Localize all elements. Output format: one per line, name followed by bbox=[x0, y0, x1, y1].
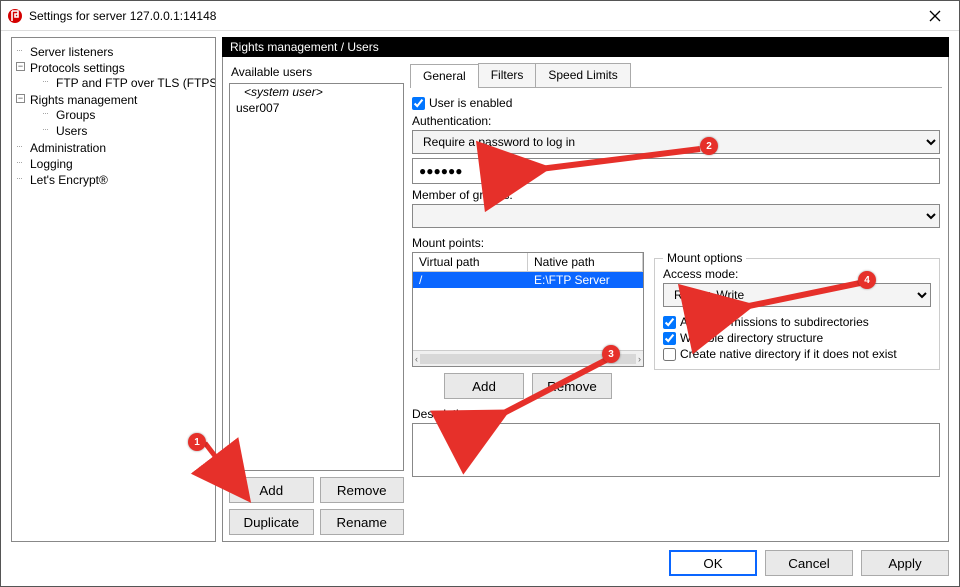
add-mount-button[interactable]: Add bbox=[444, 373, 524, 399]
tree-administration[interactable]: Administration bbox=[18, 140, 211, 156]
apply-subdirs-check[interactable]: Apply permissions to subdirectories bbox=[663, 315, 931, 329]
mount-left: Virtual path Native path / E:\FTP Server bbox=[412, 252, 644, 399]
mount-row: Virtual path Native path / E:\FTP Server bbox=[412, 252, 940, 399]
nav-tree-pane: Server listeners − Protocols settings FT… bbox=[11, 37, 216, 542]
tree-toggle-icon[interactable]: − bbox=[16, 62, 25, 71]
auth-label: Authentication: bbox=[412, 114, 940, 128]
user-buttons: Add Remove Duplicate Rename bbox=[229, 477, 404, 535]
window-body: Server listeners − Protocols settings FT… bbox=[1, 31, 959, 586]
apply-button[interactable]: Apply bbox=[861, 550, 949, 576]
titlebar: Settings for server 127.0.0.1:14148 bbox=[1, 1, 959, 31]
main-area: Server listeners − Protocols settings FT… bbox=[11, 37, 949, 542]
tab-filters[interactable]: Filters bbox=[478, 63, 537, 87]
duplicate-user-button[interactable]: Duplicate bbox=[229, 509, 314, 535]
tree-toggle-icon[interactable]: − bbox=[16, 94, 25, 103]
password-input[interactable] bbox=[412, 158, 940, 184]
tree-logging[interactable]: Logging bbox=[18, 156, 211, 172]
close-icon bbox=[929, 10, 941, 22]
writable-struct-checkbox[interactable] bbox=[663, 332, 676, 345]
mount-table-scrollbar[interactable]: ‹› bbox=[413, 350, 643, 366]
settings-window: Settings for server 127.0.0.1:14148 Serv… bbox=[0, 0, 960, 587]
mount-points-label: Mount points: bbox=[412, 236, 940, 250]
tree-groups[interactable]: Groups bbox=[44, 107, 211, 123]
description-textarea[interactable] bbox=[412, 423, 940, 477]
footer: OK Cancel Apply bbox=[11, 542, 949, 576]
cell-native-path: E:\FTP Server bbox=[528, 272, 643, 288]
rename-user-button[interactable]: Rename bbox=[320, 509, 405, 535]
users-list-item[interactable]: user007 bbox=[230, 100, 403, 116]
app-icon bbox=[7, 8, 23, 24]
detail-column: General Filters Speed Limits User is ena… bbox=[410, 63, 942, 535]
add-user-button[interactable]: Add bbox=[229, 477, 314, 503]
remove-user-button[interactable]: Remove bbox=[320, 477, 405, 503]
mount-buttons: Add Remove bbox=[412, 373, 644, 399]
nav-tree: Server listeners − Protocols settings FT… bbox=[16, 44, 211, 188]
description-label: Description: bbox=[412, 407, 940, 421]
available-users-label: Available users bbox=[229, 63, 404, 83]
mount-right: Mount options Access mode: Read + Write … bbox=[654, 252, 940, 399]
member-groups-label: Member of groups: bbox=[412, 188, 940, 202]
tree-server-listeners[interactable]: Server listeners bbox=[18, 44, 211, 60]
tree-letsencrypt[interactable]: Let's Encrypt® bbox=[18, 172, 211, 188]
right-pane: Rights management / Users Available user… bbox=[222, 37, 949, 542]
mount-options-group: Mount options Access mode: Read + Write … bbox=[654, 258, 940, 370]
apply-subdirs-checkbox[interactable] bbox=[663, 316, 676, 329]
tree-protocols[interactable]: − Protocols settings FTP and FTP over TL… bbox=[18, 60, 211, 92]
tree-users[interactable]: Users bbox=[44, 123, 211, 139]
auth-mode-select[interactable]: Require a password to log in bbox=[412, 130, 940, 154]
users-list-system[interactable]: <system user> bbox=[230, 84, 403, 100]
user-enabled-checkbox[interactable] bbox=[412, 97, 425, 110]
tab-speed-limits[interactable]: Speed Limits bbox=[535, 63, 630, 87]
col-virtual-path: Virtual path bbox=[413, 253, 528, 271]
create-native-check[interactable]: Create native directory if it does not e… bbox=[663, 347, 931, 361]
access-mode-label: Access mode: bbox=[663, 267, 931, 281]
users-list[interactable]: <system user> user007 bbox=[229, 83, 404, 471]
mount-options-title: Mount options bbox=[663, 251, 746, 265]
user-enabled-check[interactable]: User is enabled bbox=[412, 96, 940, 110]
remove-mount-button[interactable]: Remove bbox=[532, 373, 612, 399]
breadcrumb: Rights management / Users bbox=[222, 37, 949, 57]
mount-table[interactable]: Virtual path Native path / E:\FTP Server bbox=[412, 252, 644, 367]
users-column: Available users <system user> user007 Ad… bbox=[229, 63, 404, 535]
tab-bar: General Filters Speed Limits bbox=[410, 63, 942, 88]
create-native-checkbox[interactable] bbox=[663, 348, 676, 361]
tab-general[interactable]: General bbox=[410, 64, 479, 88]
writable-struct-check[interactable]: Writable directory structure bbox=[663, 331, 931, 345]
window-title: Settings for server 127.0.0.1:14148 bbox=[29, 9, 917, 23]
scroll-right-icon[interactable]: › bbox=[638, 354, 641, 364]
ok-button[interactable]: OK bbox=[669, 550, 757, 576]
member-groups-select[interactable] bbox=[412, 204, 940, 228]
close-button[interactable] bbox=[917, 4, 953, 28]
scroll-left-icon[interactable]: ‹ bbox=[415, 354, 418, 364]
mount-table-header: Virtual path Native path bbox=[413, 253, 643, 272]
cell-virtual-path: / bbox=[413, 272, 528, 288]
tree-rights-mgmt[interactable]: − Rights management Groups Users bbox=[18, 92, 211, 140]
mount-table-row[interactable]: / E:\FTP Server bbox=[413, 272, 643, 288]
cancel-button[interactable]: Cancel bbox=[765, 550, 853, 576]
access-mode-select[interactable]: Read + Write bbox=[663, 283, 931, 307]
description-wrap bbox=[412, 423, 940, 480]
tree-ftp-ftps[interactable]: FTP and FTP over TLS (FTPS) bbox=[44, 75, 211, 91]
general-section: User is enabled Authentication: Require … bbox=[410, 92, 942, 480]
right-body: Available users <system user> user007 Ad… bbox=[222, 57, 949, 542]
col-native-path: Native path bbox=[528, 253, 643, 271]
